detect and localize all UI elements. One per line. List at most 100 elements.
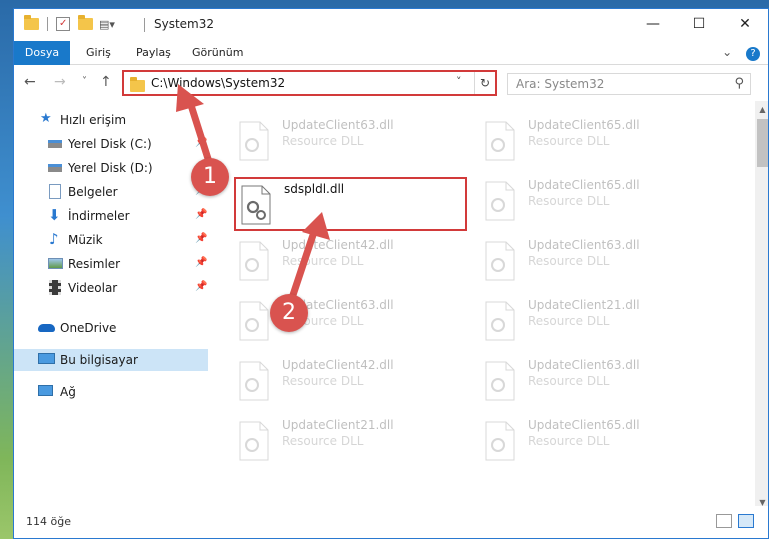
sidebar-item-onedrive[interactable]: OneDrive bbox=[14, 317, 208, 339]
dll-file-icon bbox=[238, 421, 270, 461]
sidebar-item-videos[interactable]: Videolar 📌 bbox=[14, 277, 208, 299]
file-type: Resource DLL bbox=[528, 314, 610, 328]
dll-file-icon bbox=[484, 301, 516, 341]
details-view-button[interactable] bbox=[716, 514, 732, 528]
address-history-icon[interactable]: ˅ bbox=[456, 75, 462, 88]
address-path[interactable]: C:\Windows\System32 bbox=[151, 76, 285, 90]
file-name: UpdateClient21.dll bbox=[528, 298, 640, 312]
file-item[interactable]: UpdateClient42.dll Resource DLL bbox=[210, 233, 440, 293]
close-button[interactable]: ✕ bbox=[722, 9, 768, 39]
drive-icon bbox=[48, 164, 62, 172]
back-button[interactable]: ← bbox=[24, 74, 36, 90]
pin-icon[interactable]: 📌 bbox=[195, 137, 207, 148]
tab-view[interactable]: Görünüm bbox=[182, 41, 253, 65]
search-input[interactable]: Ara: System32 bbox=[516, 77, 604, 91]
vertical-scrollbar[interactable]: ▲ ▼ bbox=[755, 101, 768, 511]
music-icon: ♪ bbox=[49, 230, 59, 248]
properties-icon[interactable]: ✓ bbox=[56, 17, 70, 31]
file-item[interactable]: UpdateClient21.dll Resource DLL bbox=[210, 413, 440, 473]
customize-qa-icon[interactable]: ▤▾ bbox=[99, 18, 115, 31]
search-box[interactable]: Ara: System32 ⚲ bbox=[507, 73, 751, 95]
minimize-button[interactable]: — bbox=[630, 9, 676, 39]
sidebar-item-music[interactable]: ♪ Müzik 📌 bbox=[14, 229, 208, 251]
file-item[interactable]: UpdateClient63.dll Resource DLL bbox=[456, 233, 686, 293]
scroll-thumb[interactable] bbox=[757, 119, 768, 167]
maximize-button[interactable]: ☐ bbox=[676, 9, 722, 39]
sidebar-item-this-pc[interactable]: Bu bilgisayar bbox=[14, 349, 208, 371]
tab-home[interactable]: Giriş bbox=[76, 41, 121, 65]
file-name: UpdateClient42.dll bbox=[282, 358, 394, 372]
sidebar-item-pictures[interactable]: Resimler 📌 bbox=[14, 253, 208, 275]
step-1-badge: 1 bbox=[191, 158, 229, 196]
sidebar-item-label: Yerel Disk (C:) bbox=[68, 137, 152, 151]
up-button[interactable]: ↑ bbox=[100, 74, 112, 90]
sidebar-item-downloads[interactable]: ⬇ İndirmeler 📌 bbox=[14, 205, 208, 227]
help-icon[interactable]: ? bbox=[746, 47, 760, 61]
file-type: Resource DLL bbox=[282, 254, 364, 268]
network-icon bbox=[38, 385, 53, 396]
window-title: System32 bbox=[154, 17, 215, 31]
dll-file-icon bbox=[484, 361, 516, 401]
recent-locations-button[interactable]: ˅ bbox=[82, 76, 87, 87]
file-name: sdspldl.dll bbox=[284, 182, 345, 196]
explorer-window: ✓ ▤▾ System32 — ☐ ✕ Dosya Giriş Paylaş G… bbox=[13, 8, 769, 539]
file-type: Resource DLL bbox=[528, 194, 610, 208]
search-icon[interactable]: ⚲ bbox=[734, 76, 744, 91]
new-folder-icon[interactable] bbox=[78, 15, 93, 30]
file-item[interactable]: UpdateClient63.dll Resource DLL bbox=[456, 353, 686, 413]
video-icon bbox=[49, 280, 61, 295]
dll-file-icon bbox=[484, 181, 516, 221]
forward-button[interactable]: → bbox=[54, 74, 66, 90]
file-item[interactable]: UpdateClient65.dll Resource DLL bbox=[456, 113, 686, 173]
file-item[interactable]: UpdateClient63.dll Resource DLL bbox=[210, 293, 440, 353]
file-type: Resource DLL bbox=[528, 374, 610, 388]
pin-icon[interactable]: 📌 bbox=[195, 257, 207, 268]
sidebar-item-network[interactable]: Ağ bbox=[14, 381, 208, 403]
sidebar-item-label: Bu bilgisayar bbox=[60, 353, 138, 367]
sidebar-item-disk-d[interactable]: Yerel Disk (D:) 📌 bbox=[14, 157, 208, 179]
sidebar-item-label: Yerel Disk (D:) bbox=[68, 161, 153, 175]
tab-file[interactable]: Dosya bbox=[14, 41, 70, 65]
star-icon: ★ bbox=[40, 111, 52, 126]
folder-icon bbox=[130, 77, 145, 92]
picture-icon bbox=[48, 258, 63, 269]
navigation-bar: ← → ˅ ↑ C:\Windows\System32 ˅ ↻ Ara: Sys… bbox=[14, 66, 768, 100]
drive-icon bbox=[48, 140, 62, 148]
file-item[interactable]: UpdateClient63.dll Resource DLL bbox=[210, 113, 440, 173]
dll-file-icon bbox=[484, 121, 516, 161]
scroll-up-arrow[interactable]: ▲ bbox=[755, 101, 768, 118]
refresh-button[interactable]: ↻ bbox=[474, 72, 495, 94]
tiles-view-button[interactable] bbox=[738, 514, 754, 528]
tab-share[interactable]: Paylaş bbox=[126, 41, 181, 65]
folder-icon bbox=[24, 15, 39, 30]
file-name: UpdateClient65.dll bbox=[528, 418, 640, 432]
file-name: UpdateClient63.dll bbox=[528, 358, 640, 372]
file-type: Resource DLL bbox=[528, 254, 610, 268]
file-item[interactable]: UpdateClient65.dll Resource DLL bbox=[456, 173, 686, 233]
navigation-pane: ★ Hızlı erişim Yerel Disk (C:) 📌 Yerel D… bbox=[14, 101, 210, 511]
sidebar-item-disk-c[interactable]: Yerel Disk (C:) 📌 bbox=[14, 133, 208, 155]
pin-icon[interactable]: 📌 bbox=[195, 281, 207, 292]
file-name: UpdateClient65.dll bbox=[528, 118, 640, 132]
quick-access-toolbar: ✓ ▤▾ bbox=[24, 15, 115, 31]
address-bar[interactable]: C:\Windows\System32 ˅ ↻ bbox=[122, 70, 497, 96]
file-name: UpdateClient63.dll bbox=[282, 118, 394, 132]
file-item[interactable]: UpdateClient21.dll Resource DLL bbox=[456, 293, 686, 353]
sidebar-item-documents[interactable]: Belgeler 📌 bbox=[14, 181, 208, 203]
target-dll-file[interactable]: sdspldl.dll bbox=[234, 177, 467, 231]
file-type: Resource DLL bbox=[528, 434, 610, 448]
dll-file-icon bbox=[484, 421, 516, 461]
pin-icon[interactable]: 📌 bbox=[195, 233, 207, 244]
pin-icon[interactable]: 📌 bbox=[195, 209, 207, 220]
sidebar-item-label: Videolar bbox=[68, 281, 118, 295]
file-type: Resource DLL bbox=[282, 434, 364, 448]
sidebar-item-quick-access[interactable]: ★ Hızlı erişim bbox=[14, 109, 208, 131]
file-item[interactable]: UpdateClient42.dll Resource DLL bbox=[210, 353, 440, 413]
sidebar-item-label: Hızlı erişim bbox=[60, 113, 127, 127]
file-item[interactable]: UpdateClient65.dll Resource DLL bbox=[456, 413, 686, 473]
sidebar-item-label: Ağ bbox=[60, 385, 76, 399]
status-bar: 114 öğe bbox=[14, 506, 768, 538]
file-type: Resource DLL bbox=[282, 374, 364, 388]
divider bbox=[47, 17, 48, 31]
chevron-down-icon[interactable]: ⌄ bbox=[722, 45, 732, 59]
